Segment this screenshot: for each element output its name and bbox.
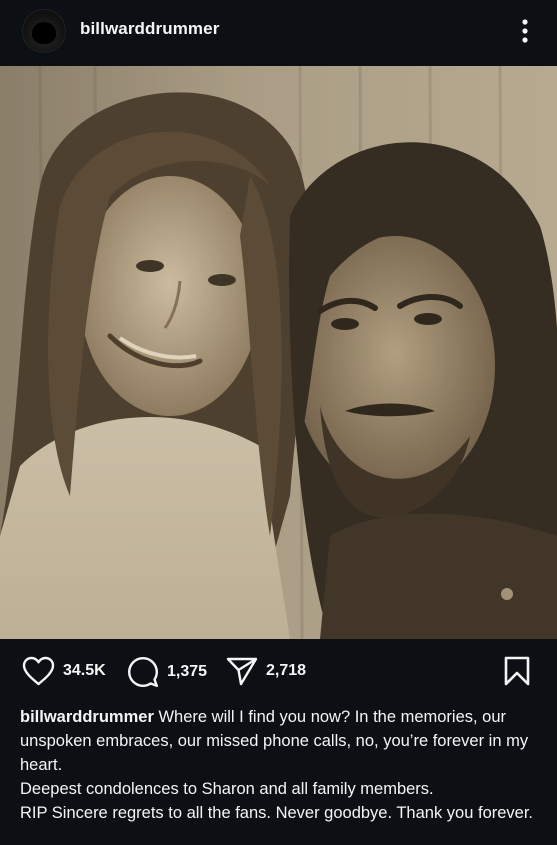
post-photo[interactable] [0, 66, 557, 639]
post-caption: billwarddrummer Where will I find you no… [20, 705, 545, 825]
like-button[interactable]: 34.5K [22, 656, 106, 686]
post-actions-bar: 34.5K 1,375 2,718 [0, 639, 557, 701]
heart-icon [22, 656, 55, 686]
save-button[interactable] [503, 656, 531, 691]
share-button[interactable]: 2,718 [226, 656, 306, 686]
avatar-silhouette [32, 22, 56, 44]
post-header: billwarddrummer [0, 0, 557, 66]
caption-line-1: billwarddrummer Where will I find you no… [20, 705, 545, 777]
more-options-button[interactable] [510, 16, 540, 46]
like-count[interactable]: 34.5K [63, 662, 106, 680]
bookmark-icon [504, 656, 530, 686]
comment-count[interactable]: 1,375 [167, 663, 207, 681]
caption-username[interactable]: billwarddrummer [20, 708, 154, 726]
photo-illustration [0, 66, 557, 639]
send-icon [226, 657, 258, 686]
comment-button[interactable]: 1,375 [127, 656, 207, 688]
profile-avatar[interactable] [22, 9, 66, 53]
share-count[interactable]: 2,718 [266, 662, 306, 680]
comment-icon [127, 657, 158, 687]
post-username[interactable]: billwarddrummer [80, 19, 219, 39]
caption-line-3: RIP Sincere regrets to all the fans. Nev… [20, 804, 534, 822]
caption-line-2: Deepest condolences to Sharon and all fa… [20, 780, 434, 798]
vertical-ellipsis-icon [522, 19, 528, 43]
